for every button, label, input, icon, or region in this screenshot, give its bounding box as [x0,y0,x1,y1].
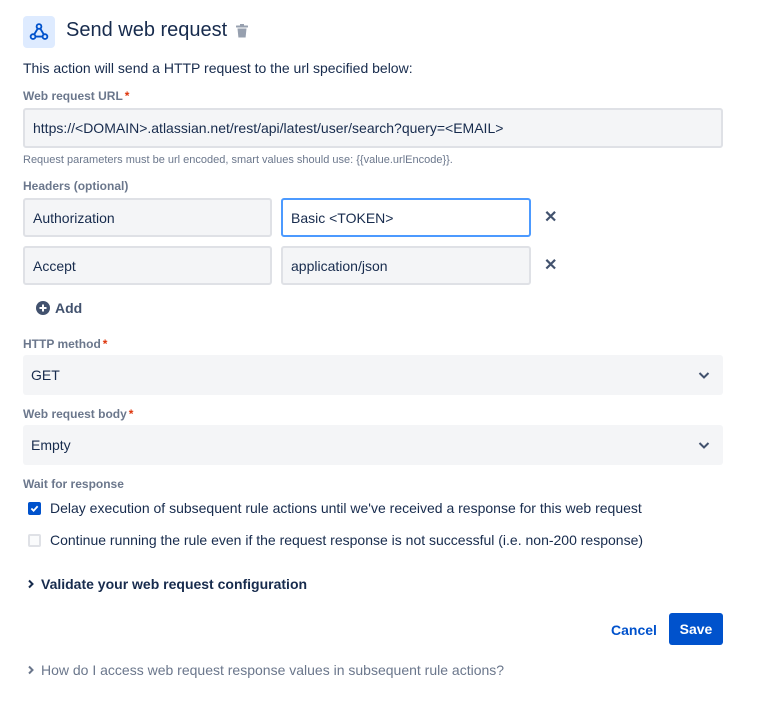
save-button[interactable]: Save [669,613,723,645]
required-mark: * [128,407,134,421]
header-value-input[interactable]: application/json [281,246,531,285]
validate-config-label: Validate your web request configuration [41,576,308,592]
url-label: Web request URL * [23,89,129,103]
delay-execution-checkbox[interactable]: Delay execution of subsequent rule actio… [28,500,642,516]
add-header-label: Add [55,300,83,316]
chevron-right-icon [27,665,35,675]
required-mark: * [124,89,130,103]
request-body-label: Web request body * [23,407,133,421]
required-mark: * [102,337,108,351]
header-name-input[interactable]: Authorization [23,198,272,237]
chevron-down-icon [697,438,715,452]
url-hint: Request parameters must be url encoded, … [23,154,453,166]
checkbox-label: Delay execution of subsequent rule actio… [50,500,642,516]
plus-circle-icon [36,301,50,315]
http-method-label: HTTP method * [23,337,107,351]
url-input[interactable]: https://<DOMAIN>.atlassian.net/rest/api/… [23,108,723,148]
header-value-input[interactable]: Basic <TOKEN> [281,198,531,237]
checkbox-checked-icon[interactable] [28,501,41,515]
chevron-right-icon [27,579,35,589]
request-body-label-text: Web request body [23,407,127,421]
http-method-select[interactable]: GET [23,355,723,395]
chevron-down-icon [697,368,715,382]
validate-config-toggle[interactable]: Validate your web request configuration [27,576,307,592]
page-title: Send web request [66,19,228,41]
remove-header-icon[interactable]: ✕ [544,207,557,227]
header-value-value: application/json [291,257,388,274]
header-value-value: Basic <TOKEN> [291,209,394,226]
webhook-icon [23,16,55,48]
response-values-help-toggle[interactable]: How do I access web request response val… [27,662,504,678]
http-method-label-text: HTTP method [23,337,101,351]
checkbox-unchecked-icon[interactable] [28,533,41,547]
url-value: https://<DOMAIN>.atlassian.net/rest/api/… [33,120,504,136]
headers-label: Headers (optional) [23,179,129,193]
request-body-select[interactable]: Empty [23,425,723,465]
header-name-value: Accept [33,257,76,274]
wait-for-response-label: Wait for response [23,477,124,491]
header-name-input[interactable]: Accept [23,246,272,285]
request-body-value: Empty [31,437,71,453]
add-header-button[interactable]: Add [36,300,82,316]
http-method-value: GET [31,367,60,383]
url-label-text: Web request URL [23,89,123,103]
continue-running-checkbox[interactable]: Continue running the rule even if the re… [28,532,643,548]
response-values-help-label: How do I access web request response val… [41,662,505,678]
checkbox-label: Continue running the rule even if the re… [50,532,644,548]
action-description: This action will send a HTTP request to … [23,60,413,76]
header-name-value: Authorization [33,209,115,226]
remove-header-icon[interactable]: ✕ [544,255,557,275]
trash-icon[interactable] [236,24,250,40]
cancel-button[interactable]: Cancel [611,622,657,638]
